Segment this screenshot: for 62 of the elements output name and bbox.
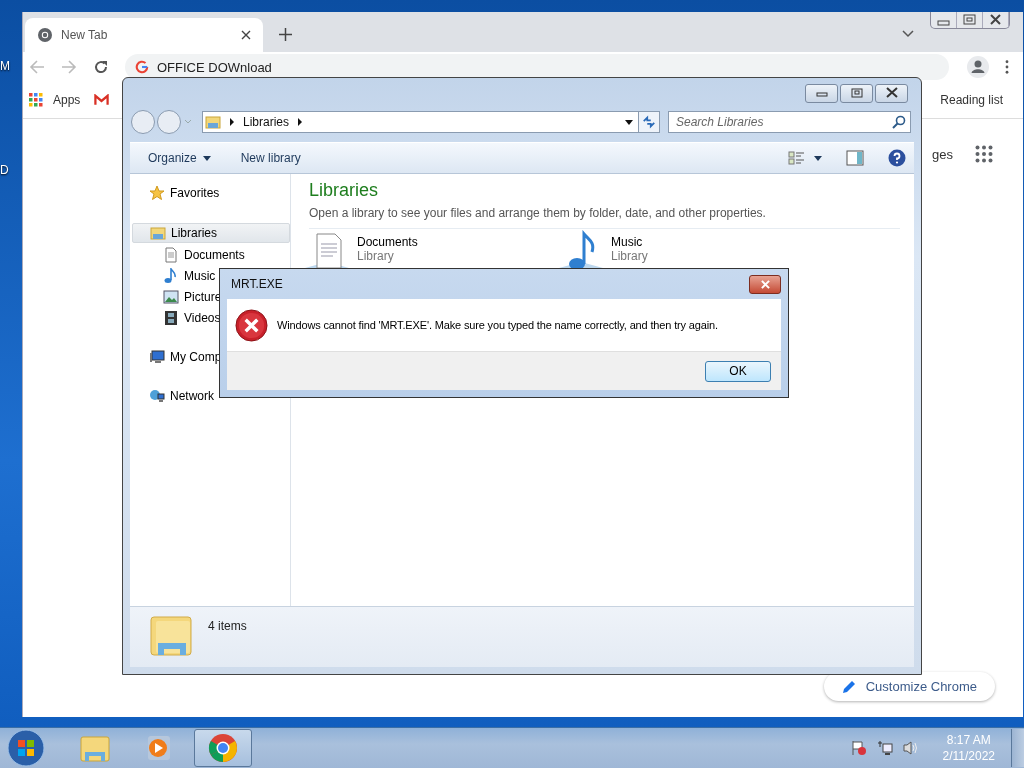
- volume-icon[interactable]: [902, 740, 919, 756]
- caret-icon[interactable]: [814, 155, 822, 161]
- error-message: Windows cannot find 'MRT.EXE'. Make sure you typed the name correctly, and then try again.: [277, 319, 718, 331]
- command-button[interactable]: Organize: [140, 148, 219, 168]
- gmail-icon[interactable]: [94, 94, 110, 106]
- action-center-flag-icon[interactable]: [850, 740, 867, 756]
- taskbar-button[interactable]: [194, 729, 252, 767]
- search-icon: [892, 115, 906, 129]
- document-icon: [163, 247, 179, 263]
- library-description: Open a library to see your files and arrange them by folder, date, and other properties.: [309, 206, 900, 229]
- desktop-icon-label: M: [0, 58, 10, 74]
- picture-icon: [163, 289, 179, 305]
- chrome-icon: [207, 732, 239, 764]
- breadcrumb-arrow-icon[interactable]: [297, 118, 304, 126]
- show-desktop-button[interactable]: [1011, 729, 1024, 767]
- close-icon[interactable]: [241, 30, 251, 40]
- apps-grid-icon[interactable]: [975, 145, 993, 163]
- nav-item[interactable]: Libraries: [132, 223, 290, 243]
- chevron-down-icon[interactable]: [902, 30, 914, 38]
- dialog-title: MRT.EXE: [231, 277, 283, 291]
- nav-item[interactable]: Favorites: [132, 184, 290, 202]
- apps-grid-icon: [29, 93, 43, 107]
- close-icon: [759, 279, 771, 289]
- network-icon[interactable]: [876, 740, 893, 756]
- address-bar[interactable]: OFFICE DOWnload: [125, 54, 949, 80]
- browser-tab[interactable]: New Tab: [25, 18, 263, 52]
- music-icon: [163, 268, 179, 284]
- refresh-button[interactable]: [638, 111, 660, 133]
- search-field[interactable]: Search Libraries: [668, 111, 911, 133]
- apps-bookmark[interactable]: Apps: [29, 93, 81, 107]
- refresh-icon: [642, 115, 656, 129]
- nav-item[interactable]: Documents: [132, 246, 290, 264]
- command-button[interactable]: New library: [232, 148, 309, 168]
- details-pane: 4 items: [130, 606, 914, 667]
- view-options-icon[interactable]: [788, 149, 806, 167]
- address-bar[interactable]: Libraries: [202, 111, 640, 133]
- google-icon: [135, 60, 149, 74]
- library-icon: [205, 114, 221, 130]
- breadcrumb-arrow-icon[interactable]: [229, 118, 235, 126]
- close-button[interactable]: [749, 274, 781, 294]
- images-link[interactable]: ges: [932, 146, 953, 162]
- chrome-icon: [37, 27, 53, 43]
- reload-icon[interactable]: [93, 59, 109, 75]
- library-heading: Libraries: [309, 180, 380, 201]
- video-icon: [163, 310, 179, 326]
- computer-icon: [149, 349, 165, 365]
- star-icon: [149, 185, 165, 201]
- error-icon: [235, 308, 268, 342]
- ok-button[interactable]: OK: [705, 360, 771, 382]
- preview-pane-icon[interactable]: [846, 149, 864, 167]
- reading-list-link[interactable]: Reading list: [940, 93, 1003, 107]
- new-tab-icon[interactable]: [279, 28, 292, 41]
- start-button[interactable]: [6, 728, 46, 768]
- library-icon: [150, 225, 166, 241]
- menu-icon[interactable]: [1005, 60, 1009, 74]
- profile-icon[interactable]: [967, 56, 989, 78]
- help-icon[interactable]: [888, 149, 906, 167]
- desktop-icon-label: D: [0, 162, 10, 178]
- pencil-icon: [841, 679, 856, 694]
- network-icon: [149, 388, 165, 404]
- dropdown-arrow-icon[interactable]: [625, 119, 633, 125]
- customize-chrome-button[interactable]: Customize Chrome: [823, 672, 995, 701]
